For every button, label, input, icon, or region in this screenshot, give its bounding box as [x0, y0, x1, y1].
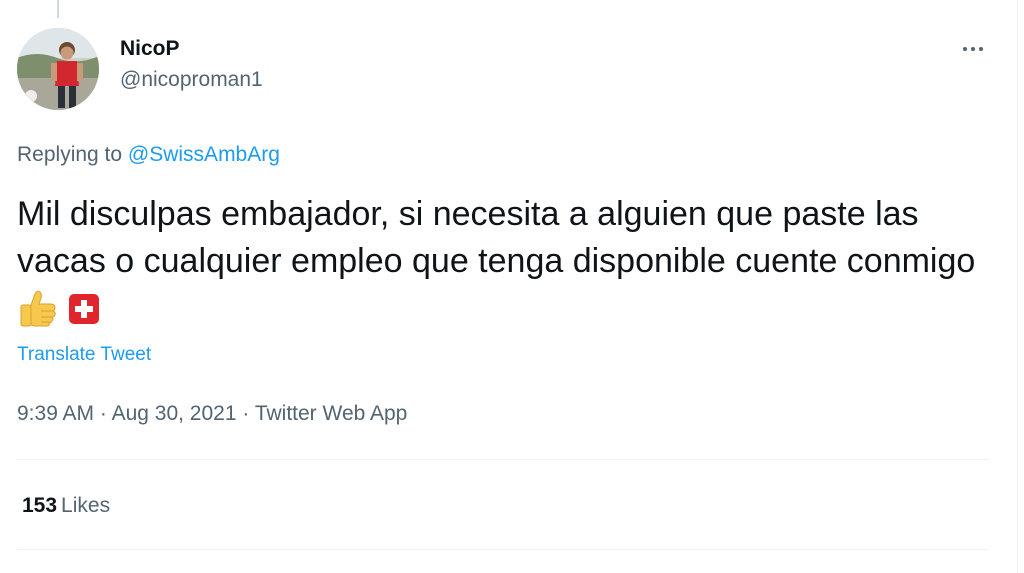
more-icon-dot: [971, 47, 975, 51]
tweet-body: Mil disculpas embajador, si necesita a a…: [17, 195, 976, 280]
tweet-detail: NicoP @nicoproman1 Replying to @SwissAmb…: [0, 0, 1024, 573]
tweet-source-app[interactable]: Twitter Web App: [255, 402, 408, 425]
swiss-flag-icon: [68, 291, 100, 338]
likes-label: Likes: [61, 494, 111, 517]
author-block: NicoP @nicoproman1: [120, 36, 263, 94]
meta-separator: ·: [236, 402, 255, 425]
replying-to: Replying to @SwissAmbArg: [17, 141, 280, 169]
tweet-text: Mil disculpas embajador, si necesita a a…: [17, 191, 977, 340]
reply-mention-link[interactable]: @SwissAmbArg: [128, 143, 280, 166]
avatar-photo: [17, 28, 99, 110]
translate-tweet-link[interactable]: Translate Tweet: [17, 343, 151, 367]
reply-thread-line: [57, 0, 59, 18]
meta-separator: ·: [94, 402, 112, 425]
more-icon-dot: [979, 47, 983, 51]
likes-stat[interactable]: 153 Likes: [22, 492, 110, 520]
avatar[interactable]: [17, 28, 99, 110]
tweet-date[interactable]: Aug 30, 2021: [112, 402, 237, 425]
divider: [17, 549, 989, 550]
thumbs-up-icon: [18, 289, 58, 340]
replying-to-label: Replying to: [17, 143, 128, 166]
author-handle[interactable]: @nicoproman1: [120, 66, 263, 94]
column-border: [1017, 0, 1018, 573]
tweet-time[interactable]: 9:39 AM: [17, 402, 94, 425]
likes-count: 153: [22, 494, 58, 517]
divider: [17, 459, 989, 460]
tweet-meta: 9:39 AM · Aug 30, 2021 · Twitter Web App: [17, 400, 407, 428]
more-options-button[interactable]: [955, 34, 991, 64]
more-icon-dot: [963, 47, 967, 51]
author-display-name[interactable]: NicoP: [120, 36, 263, 62]
